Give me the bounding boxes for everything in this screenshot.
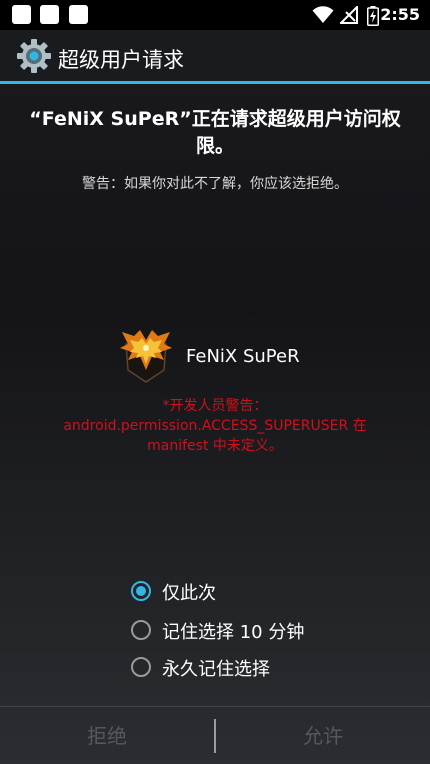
status-bar: 2:55: [0, 0, 430, 30]
allow-button[interactable]: 允许: [216, 707, 430, 764]
option-label: 仅此次: [162, 583, 216, 604]
superuser-request-screen: 2:55 超级用户请求 “FeNiX SuPeR”正在请求超级用户访问权限。 警…: [0, 0, 430, 764]
notification-icon: [40, 5, 59, 24]
option-label: 记住选择 10 分钟: [162, 622, 305, 643]
page-title: 超级用户请求: [58, 48, 184, 72]
radio-button-checked[interactable]: [131, 581, 151, 601]
button-bar: 拒绝 允许: [0, 706, 430, 764]
developer-warning-line: manifest 中未定义。: [147, 438, 283, 454]
notification-icon: [12, 5, 31, 24]
notification-icon: [69, 5, 88, 24]
no-signal-icon: [340, 6, 358, 24]
developer-warning-line: android.permission.ACCESS_SUPERUSER 在: [63, 418, 367, 434]
app-name: FeNiX SuPeR: [186, 346, 300, 367]
radio-button[interactable]: [131, 657, 151, 677]
settings-gear-icon: [17, 39, 51, 73]
request-warning: 警告：如果你对此不了解，你应该选拒绝。: [82, 176, 348, 192]
wifi-icon: [312, 6, 334, 23]
status-time: 2:55: [380, 5, 420, 24]
developer-warning-line: *开发人员警告：: [162, 398, 268, 414]
option-label: 永久记住选择: [162, 659, 270, 680]
deny-button[interactable]: 拒绝: [0, 707, 214, 764]
phoenix-logo-icon: [120, 330, 172, 383]
request-headline: “FeNiX SuPeR”正在请求超级用户访问权限。: [29, 108, 401, 157]
title-bar: 超级用户请求: [0, 30, 430, 84]
battery-charging-icon: [367, 6, 379, 26]
developer-warning: *开发人员警告： android.permission.ACCESS_SUPER…: [30, 396, 400, 456]
radio-button[interactable]: [131, 620, 151, 640]
